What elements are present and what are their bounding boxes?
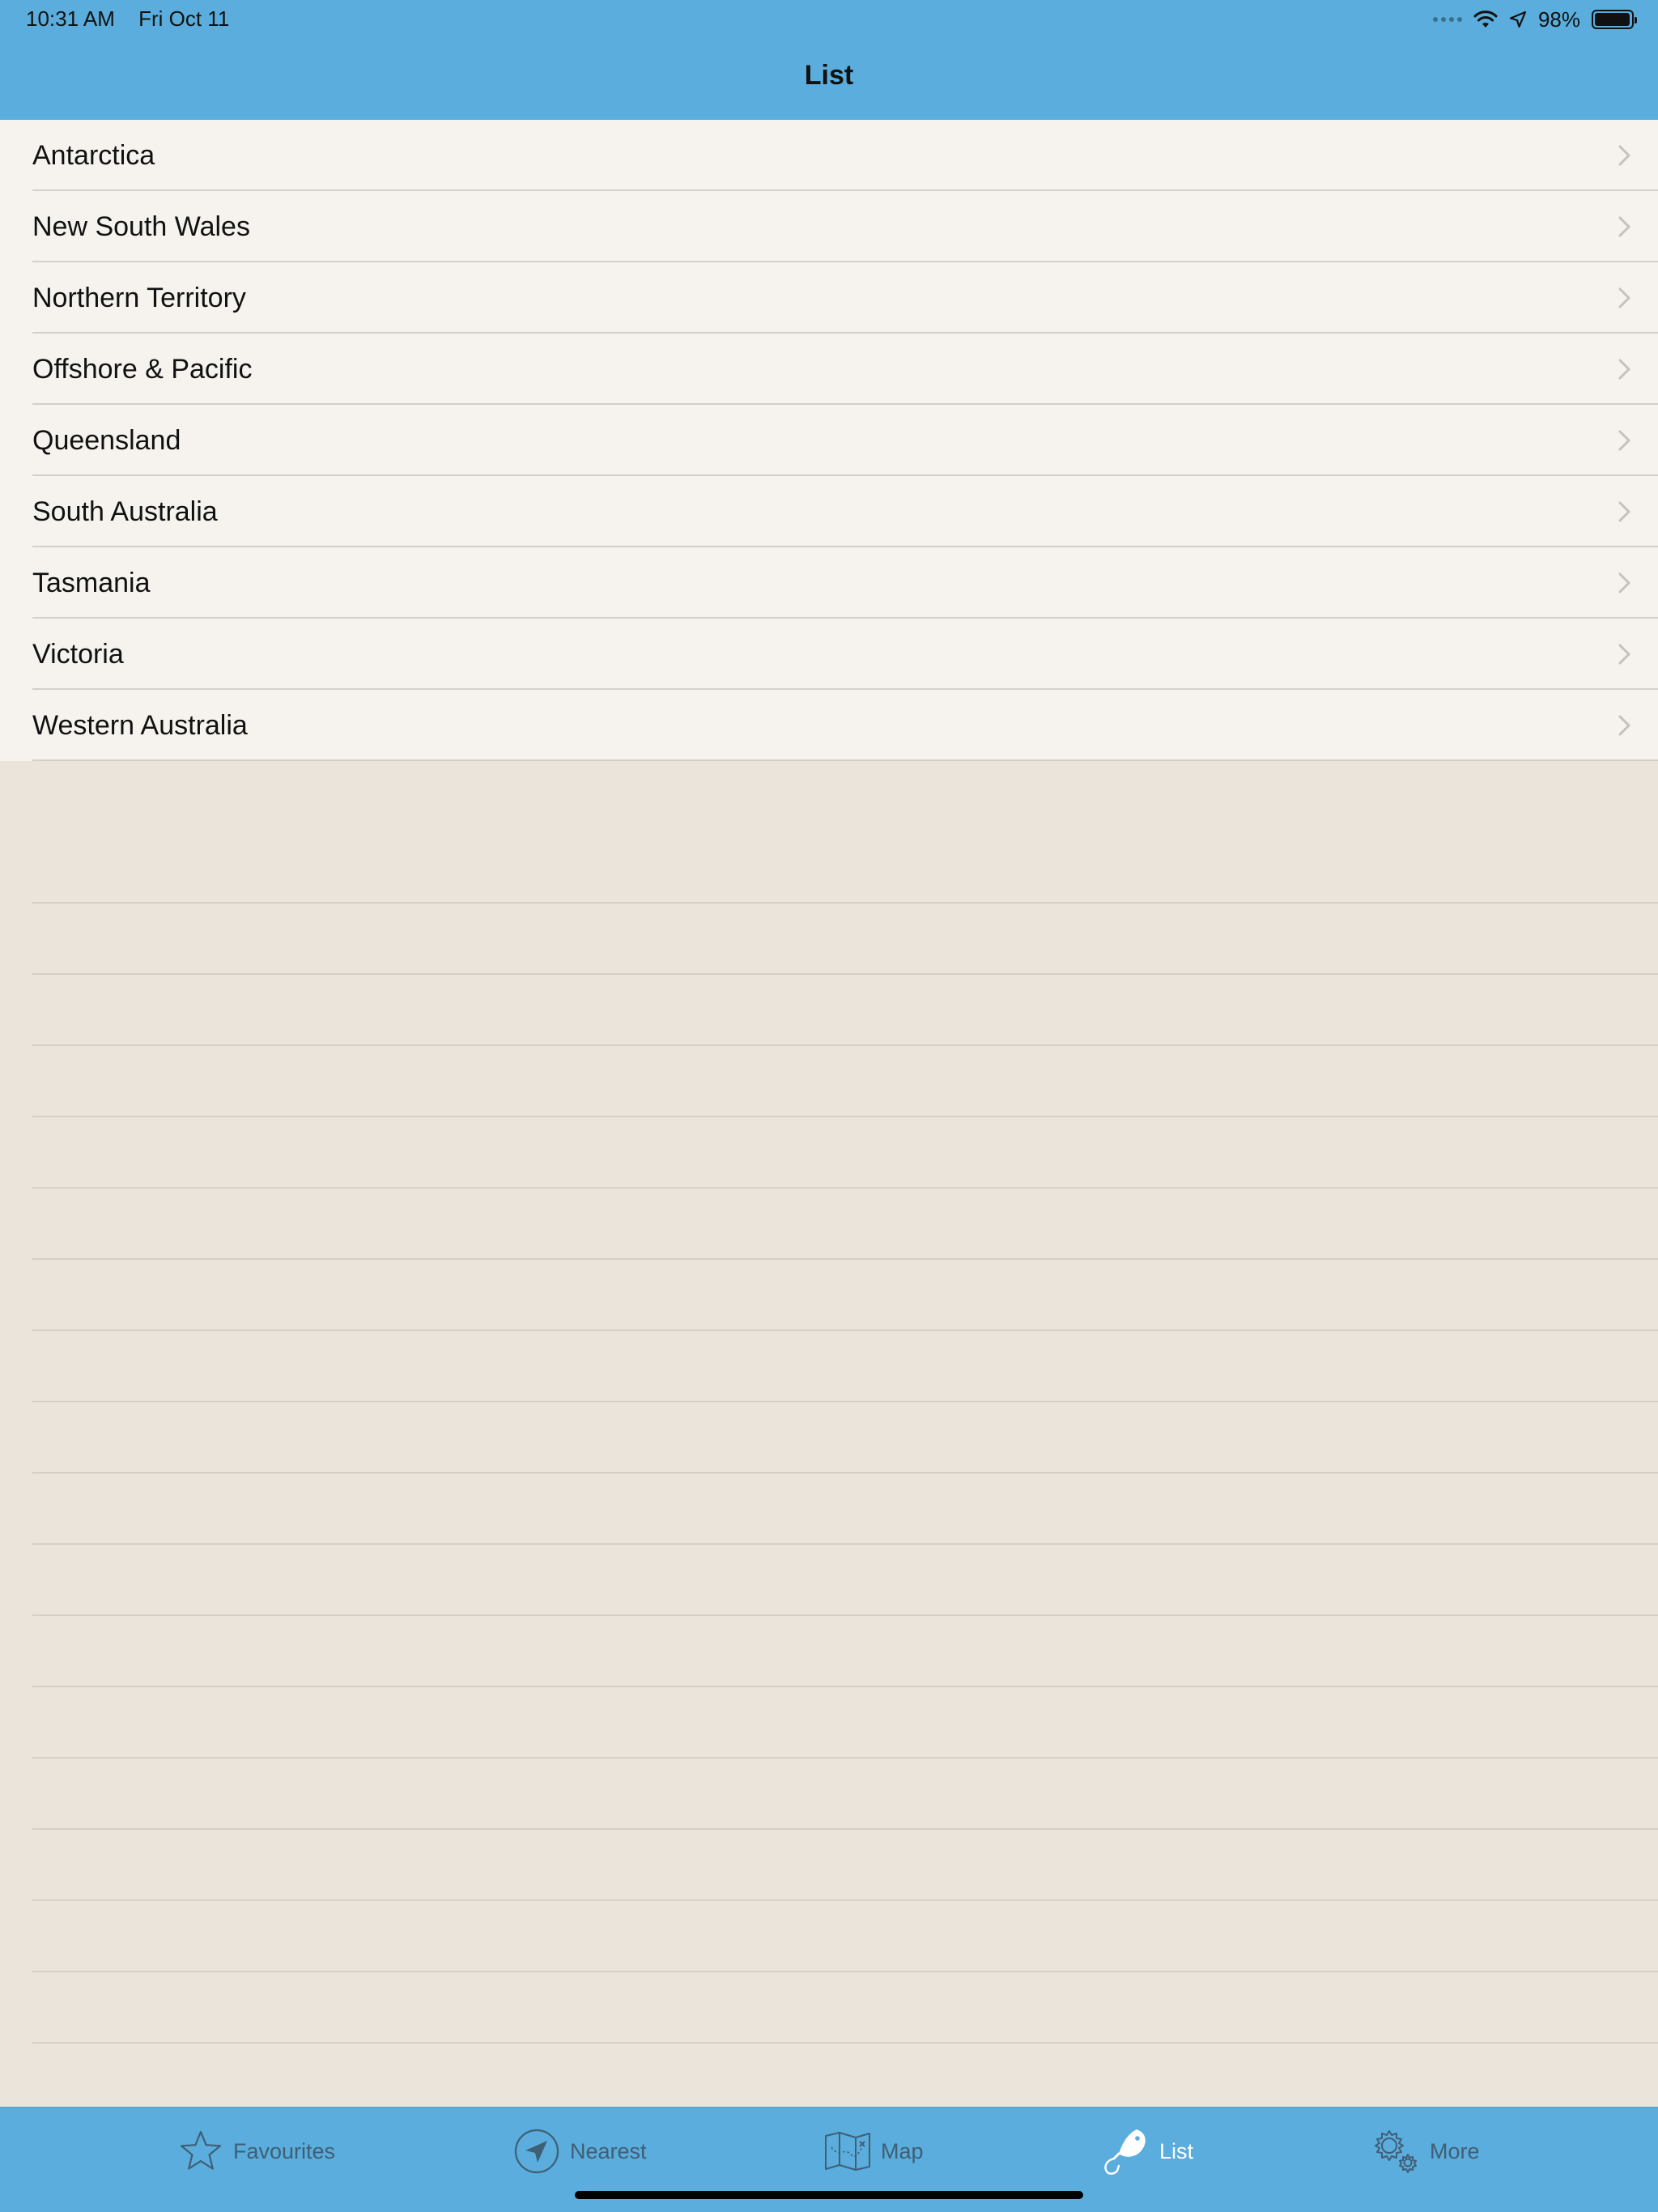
status-indicators: 98% (1432, 5, 1637, 34)
list-item-victoria[interactable]: Victoria (0, 619, 1658, 690)
page-title: List (804, 60, 854, 91)
battery-fill (1595, 13, 1630, 26)
location-arrow-icon (514, 2129, 559, 2174)
battery-percentage: 98% (1537, 6, 1580, 32)
tab-label: Map (881, 2138, 924, 2163)
list-item-label: Western Australia (32, 709, 248, 741)
chevron-right-icon (1618, 644, 1630, 665)
fish-hook-icon (1104, 2129, 1146, 2175)
tab-label: More (1430, 2138, 1480, 2163)
top-bar: 10:31 AM Fri Oct 11 98% List (0, 0, 1658, 120)
list-item-label: South Australia (32, 496, 218, 527)
chevron-right-icon (1618, 430, 1630, 451)
status-time: 10:31 AM Fri Oct 11 (26, 6, 229, 32)
list-item-label: Offshore & Pacific (32, 353, 253, 385)
list-item-new-south-wales[interactable]: New South Wales (0, 191, 1658, 262)
list-item-label: Tasmania (32, 567, 151, 598)
map-icon (825, 2132, 870, 2171)
list-item-label: Queensland (32, 424, 181, 456)
tab-label: List (1159, 2138, 1194, 2163)
chevron-right-icon (1618, 359, 1630, 380)
chevron-right-icon (1618, 572, 1630, 593)
tab-more[interactable]: More (1371, 2125, 1480, 2177)
empty-table-separators (32, 832, 1658, 2044)
list-item-queensland[interactable]: Queensland (0, 405, 1658, 476)
status-clock: 10:31 AM (26, 6, 115, 31)
gear-icon (1375, 2130, 1417, 2173)
wifi-icon (1473, 11, 1498, 28)
cellular-dots-icon (1432, 17, 1462, 22)
tab-label: Favourites (233, 2138, 336, 2163)
chevron-right-icon (1618, 145, 1630, 166)
list-item-label: New South Wales (32, 211, 250, 242)
star-icon (180, 2130, 222, 2170)
chevron-right-icon (1618, 287, 1630, 308)
chevron-right-icon (1618, 216, 1630, 237)
tab-bar: Favourites Nearest Map List More (0, 2107, 1658, 2212)
tab-favourites[interactable]: Favourites (178, 2125, 335, 2177)
tab-map[interactable]: Map (824, 2125, 924, 2177)
tab-label: Nearest (570, 2138, 647, 2163)
list-item-offshore-and-pacific[interactable]: Offshore & Pacific (0, 334, 1658, 405)
list-item-label: Antarctica (32, 139, 155, 171)
tab-nearest[interactable]: Nearest (513, 2125, 647, 2177)
region-list: Antarctica New South Wales Northern Terr… (0, 120, 1658, 761)
location-services-icon (1509, 11, 1527, 28)
list-item-label: Northern Territory (32, 282, 246, 313)
list-item-tasmania[interactable]: Tasmania (0, 547, 1658, 619)
list-item-antarctica[interactable]: Antarctica (0, 120, 1658, 191)
list-item-northern-territory[interactable]: Northern Territory (0, 262, 1658, 334)
battery-icon (1592, 10, 1637, 29)
chevron-right-icon (1618, 501, 1630, 522)
status-date: Fri Oct 11 (138, 6, 230, 31)
list-item-western-australia[interactable]: Western Australia (0, 690, 1658, 761)
list-item-label: Victoria (32, 638, 124, 670)
list-item-south-australia[interactable]: South Australia (0, 476, 1658, 547)
home-indicator[interactable] (575, 2191, 1083, 2199)
tab-list[interactable]: List (1101, 2125, 1193, 2177)
chevron-right-icon (1618, 715, 1630, 736)
